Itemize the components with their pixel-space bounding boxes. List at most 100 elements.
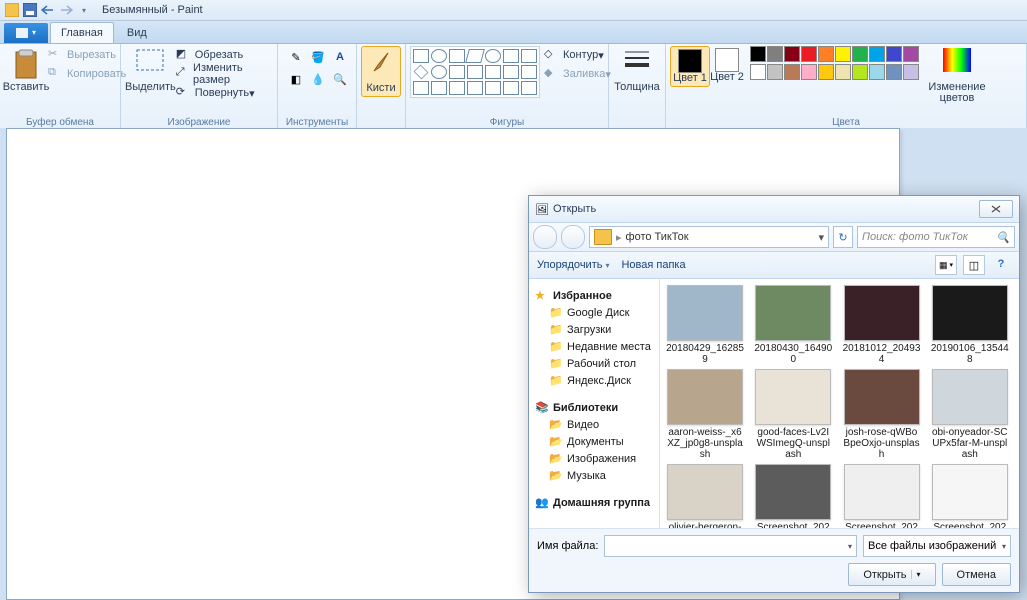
help-button[interactable]: ? <box>991 255 1011 273</box>
picker-tool[interactable]: 💧 <box>307 68 329 90</box>
library-icon: 📂 <box>549 469 563 483</box>
color-swatch[interactable] <box>784 46 800 62</box>
nav-item[interactable]: 📁Загрузки <box>529 321 659 338</box>
brushes-button[interactable]: Кисти <box>361 46 401 97</box>
view-mode-button[interactable]: ▦▾ <box>935 255 957 275</box>
eraser-tool[interactable]: ◧ <box>285 68 307 90</box>
color-swatch[interactable] <box>903 46 919 62</box>
file-thumbnail[interactable]: josh-rose-qWBoBpeOxjo-unsplash <box>843 369 921 460</box>
thumbnail-image <box>932 369 1008 425</box>
color-swatch[interactable] <box>903 64 919 80</box>
file-thumbnail[interactable]: aaron-weiss-_x6XZ_jp0g8-unsplash <box>666 369 744 460</box>
nav-item[interactable]: 📁Яндекс.Диск <box>529 372 659 389</box>
size-button[interactable]: Толщина <box>615 46 659 93</box>
color-swatch[interactable] <box>784 64 800 80</box>
shapes-gallery[interactable] <box>410 46 540 98</box>
tab-home[interactable]: Главная <box>50 22 114 43</box>
color-palette-row1[interactable] <box>750 46 919 62</box>
filetype-select[interactable]: Все файлы изображений <box>863 535 1011 557</box>
color-swatch[interactable] <box>767 64 783 80</box>
nav-item[interactable]: 📂Музыка <box>529 467 659 484</box>
resize-button[interactable]: ⤢Изменить размер <box>176 65 273 83</box>
filename-input[interactable] <box>604 535 857 557</box>
tools-grid: ✎ 🪣 A ◧ 💧 🔍 <box>285 46 349 88</box>
thumbnail-caption: aaron-weiss-_x6XZ_jp0g8-unsplash <box>666 427 744 460</box>
nav-item[interactable]: 📁Рабочий стол <box>529 355 659 372</box>
color2-button[interactable]: Цвет 2 <box>710 46 744 83</box>
file-thumbnail[interactable]: 20180430_164900 <box>754 285 832 365</box>
nav-item[interactable]: 📂Изображения <box>529 450 659 467</box>
file-thumbnail[interactable]: Screenshot_20210 <box>843 464 921 528</box>
color-swatch[interactable] <box>852 46 868 62</box>
rotate-button[interactable]: ⟳Повернуть ▾ <box>176 84 273 102</box>
color-swatch[interactable] <box>886 64 902 80</box>
file-list[interactable]: 20180429_162859 20180430_16490020181012_2… <box>660 279 1019 528</box>
copy-button[interactable]: ⧉Копировать <box>48 65 126 83</box>
organize-button[interactable]: Упорядочить <box>537 259 609 271</box>
file-thumbnail[interactable]: 20180429_162859 <box>666 285 744 365</box>
nav-item[interactable]: 📂Видео <box>529 416 659 433</box>
nav-item[interactable]: 📁Google Диск <box>529 304 659 321</box>
color-swatch[interactable] <box>869 64 885 80</box>
color-swatch[interactable] <box>886 46 902 62</box>
color-swatch[interactable] <box>818 64 834 80</box>
nav-back-button[interactable] <box>533 225 557 249</box>
select-button[interactable]: Выделить <box>125 46 176 93</box>
cut-button[interactable]: ✂Вырезать <box>48 46 126 64</box>
redo-icon[interactable] <box>58 2 74 18</box>
fill-tool[interactable]: 🪣 <box>307 46 329 68</box>
file-thumbnail[interactable]: 20190106_135448 <box>931 285 1009 365</box>
color-swatch[interactable] <box>835 64 851 80</box>
scissors-icon: ✂ <box>48 47 64 63</box>
color-swatch[interactable] <box>852 64 868 80</box>
zoom-tool[interactable]: 🔍 <box>329 68 351 90</box>
undo-icon[interactable] <box>40 2 56 18</box>
color-swatch[interactable] <box>869 46 885 62</box>
color-swatch[interactable] <box>801 64 817 80</box>
nav-item[interactable]: 📁Недавние места <box>529 338 659 355</box>
refresh-icon: ↻ <box>838 231 847 244</box>
file-thumbnail[interactable]: obi-onyeador-SCUPx5far-M-unsplash <box>931 369 1009 460</box>
refresh-button[interactable]: ↻ <box>833 226 853 248</box>
edit-colors-button[interactable]: Изменение цветов <box>927 46 987 104</box>
file-thumbnail[interactable]: Screenshot_20210 <box>754 464 832 528</box>
address-bar[interactable]: ▸ фото ТикТок ▾ <box>589 226 829 248</box>
text-tool[interactable]: A <box>329 46 351 68</box>
shape-fill-button[interactable]: ◆Заливка ▾ <box>544 65 611 83</box>
nav-homegroup[interactable]: 👥Домашняя группа <box>529 494 659 511</box>
filename-label: Имя файла: <box>537 540 598 552</box>
file-thumbnail[interactable]: 20181012_204934 <box>843 285 921 365</box>
open-button[interactable]: Открыть <box>848 563 935 586</box>
search-field[interactable]: Поиск: фото ТикТок 🔍 <box>857 226 1015 248</box>
nav-forward-button[interactable] <box>561 225 585 249</box>
color-swatch[interactable] <box>801 46 817 62</box>
pencil-tool[interactable]: ✎ <box>285 46 307 68</box>
color-swatch[interactable] <box>835 46 851 62</box>
preview-pane-button[interactable]: ◫ <box>963 255 985 275</box>
paste-button[interactable]: Вставить <box>4 46 48 93</box>
color-swatch[interactable] <box>750 46 766 62</box>
file-thumbnail[interactable]: good-faces-Lv2IWSImegQ-unsplash <box>754 369 832 460</box>
color-swatch[interactable] <box>750 64 766 80</box>
file-thumbnail[interactable]: Screenshot_20210 <box>931 464 1009 528</box>
new-folder-button[interactable]: Новая папка <box>621 259 685 271</box>
resize-icon: ⤢ <box>176 66 190 82</box>
tab-view[interactable]: Вид <box>116 22 158 43</box>
color1-button[interactable]: Цвет 1 <box>670 46 710 87</box>
qat-dropdown-icon[interactable]: ▾ <box>76 2 92 18</box>
dialog-close-button[interactable] <box>979 200 1013 218</box>
nav-libraries[interactable]: 📚Библиотеки <box>529 399 659 416</box>
cancel-button[interactable]: Отмена <box>942 563 1011 586</box>
file-menu[interactable] <box>4 23 48 43</box>
nav-item[interactable]: 📂Документы <box>529 433 659 450</box>
color-palette-row2[interactable] <box>750 64 919 80</box>
color-swatch[interactable] <box>767 46 783 62</box>
nav-favorites[interactable]: ★Избранное <box>529 287 659 304</box>
thumbnail-image <box>667 285 743 341</box>
folder-icon: 📁 <box>549 340 563 354</box>
shape-outline-button[interactable]: ◇Контур ▾ <box>544 46 611 64</box>
save-icon[interactable] <box>22 2 38 18</box>
file-thumbnail[interactable]: olivier-bergeron- <box>666 464 744 528</box>
thumbnail-caption: 20180429_162859 <box>666 343 744 365</box>
color-swatch[interactable] <box>818 46 834 62</box>
